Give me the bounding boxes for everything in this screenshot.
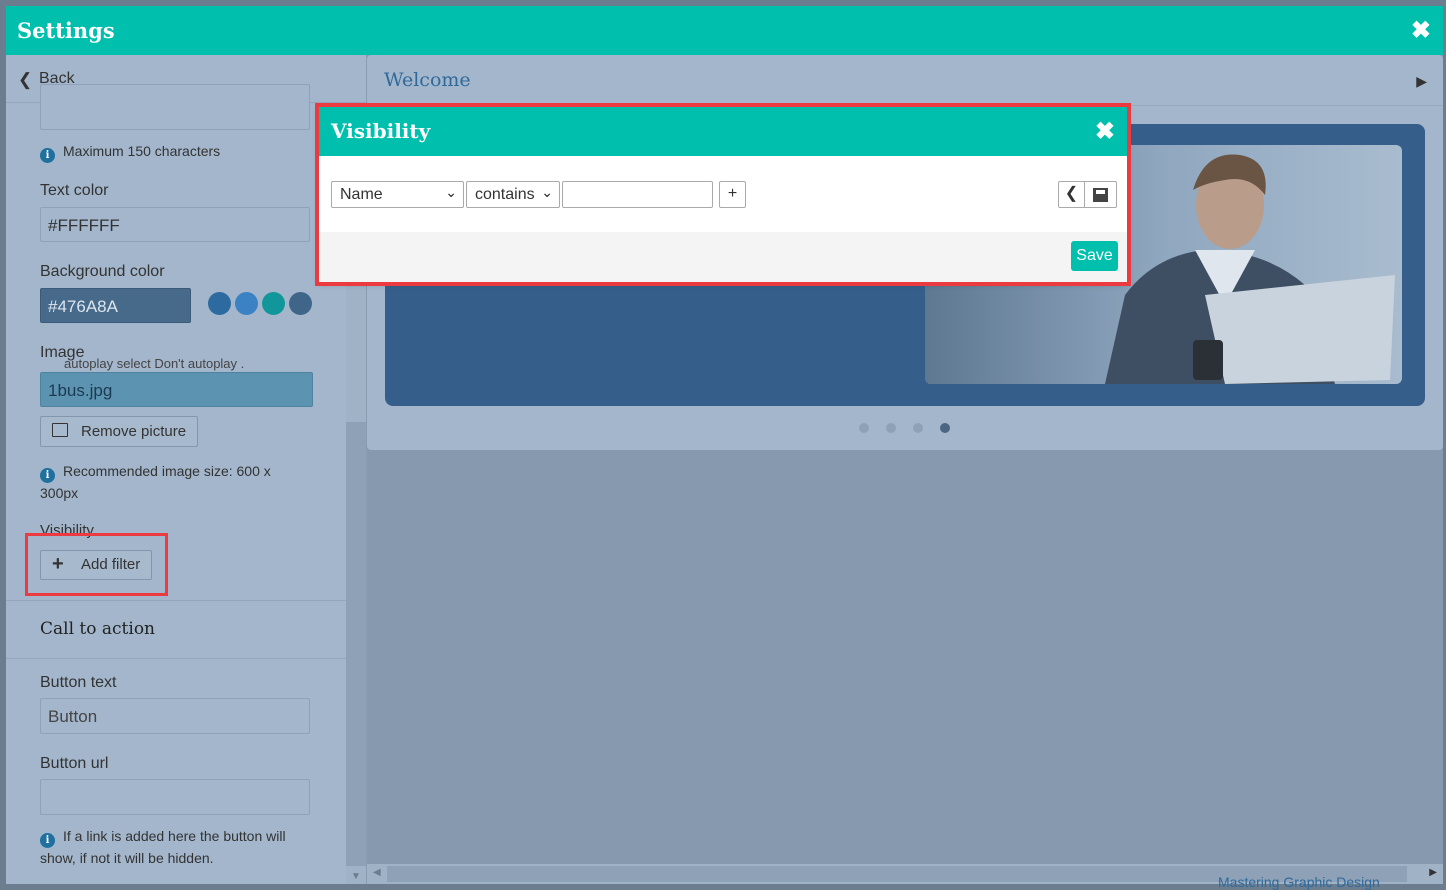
close-icon[interactable]: ✖ [1095, 117, 1115, 146]
dialog-header: Visibility ✖ [319, 107, 1127, 156]
text-color-input[interactable]: #FFFFFF [40, 207, 310, 242]
color-swatch-2[interactable] [235, 292, 258, 315]
button-url-input[interactable] [40, 779, 310, 815]
add-filter-highlight [25, 533, 168, 596]
pager-dot-1[interactable] [859, 423, 869, 433]
pager-dot-3[interactable] [913, 423, 923, 433]
scroll-left-arrow-icon[interactable]: ◀ [373, 867, 381, 878]
background-color-label: Background color [40, 263, 165, 280]
title-bar: Settings ✖ [6, 6, 1443, 55]
color-swatch-1[interactable] [208, 292, 231, 315]
dialog-title: Visibility [331, 119, 431, 143]
chevron-down-icon: ⌄ [541, 184, 553, 200]
call-to-action-heading: Call to action [40, 619, 155, 639]
scroll-down-arrow-icon[interactable]: ▼ [351, 871, 361, 882]
autoplay-overlap-text: autoplay select Don't autoplay . [64, 356, 245, 371]
save-button[interactable]: Save [1071, 241, 1118, 271]
remove-picture-button[interactable]: Remove picture [40, 416, 198, 447]
chevron-down-icon: ⌄ [445, 184, 457, 200]
divider [6, 658, 346, 659]
scrollbar-thumb[interactable] [346, 422, 366, 866]
filter-row: Name ⌄ contains ⌄ + ❮ [319, 156, 1127, 232]
add-condition-button[interactable]: + [719, 181, 746, 208]
max-chars-info: i Maximum 150 characters [40, 141, 220, 163]
image-size-info: i Recommended image size: 600 x 300px [40, 463, 271, 501]
button-url-label: Button url [40, 755, 109, 772]
section-title: Welcome [384, 69, 471, 91]
color-swatch-4[interactable] [289, 292, 312, 315]
pager-dot-4[interactable] [940, 423, 950, 433]
chevron-left-icon[interactable]: ❮ [1058, 181, 1085, 208]
close-icon[interactable]: ✖ [1411, 16, 1431, 45]
info-icon: i [40, 833, 55, 848]
settings-panel: ❮ Back i Maximum 150 characters Text colo… [6, 55, 366, 884]
operator-select[interactable]: contains ⌄ [466, 181, 560, 208]
title-field[interactable] [40, 84, 310, 130]
save-icon[interactable] [1084, 181, 1117, 208]
button-text-label: Button text [40, 674, 117, 691]
button-url-info: i If a link is added here the button will… [40, 828, 286, 866]
scroll-right-arrow-icon[interactable]: ▶ [1429, 867, 1437, 878]
image-icon [52, 423, 68, 437]
window-title: Settings [17, 18, 115, 43]
visibility-dialog: Visibility ✖ Name ⌄ contains ⌄ + ❮ Save [319, 107, 1127, 282]
background-course-title: Mastering Graphic Design [1218, 874, 1380, 890]
info-icon: i [40, 468, 55, 483]
color-swatch-3[interactable] [262, 292, 285, 315]
pager-dot-2[interactable] [886, 423, 896, 433]
text-color-label: Text color [40, 182, 109, 199]
settings-scroll-area: i Maximum 150 characters Text color #FFFF… [6, 84, 346, 884]
info-icon: i [40, 148, 55, 163]
button-text-input[interactable]: Button [40, 698, 310, 734]
divider [6, 600, 346, 601]
image-filename-input[interactable]: 1bus.jpg [40, 372, 313, 407]
play-icon[interactable]: ▶ [1416, 73, 1427, 90]
field-select[interactable]: Name ⌄ [331, 181, 464, 208]
background-color-input[interactable]: #476A8A [40, 288, 191, 323]
filter-value-input[interactable] [562, 181, 713, 208]
dialog-footer: Save [319, 232, 1127, 282]
divider [367, 105, 1443, 106]
chevron-left-icon: ❮ [18, 70, 33, 89]
